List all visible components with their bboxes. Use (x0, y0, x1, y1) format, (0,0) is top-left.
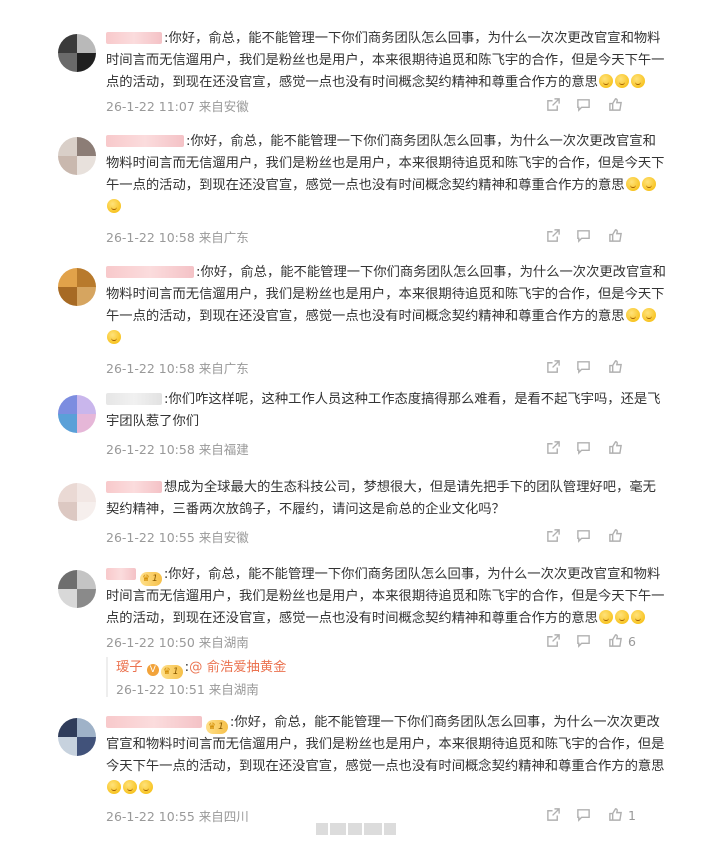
avatar[interactable] (58, 483, 96, 521)
thumbs-up-icon[interactable] (608, 228, 623, 246)
avatar[interactable] (58, 570, 96, 608)
comment-list: :你好，俞总，能不能管理一下你们商务团队怎么回事，为什么一次次更改官宣和物料时间… (0, 0, 720, 853)
reply-username[interactable]: 瑷子 (116, 660, 143, 675)
comment-text: :你好，俞总，能不能管理一下你们商务团队怎么回事，为什么一次次更改官宣和物料时间… (106, 262, 666, 350)
comment-item: :你好，俞总，能不能管理一下你们商务团队怎么回事，为什么一次次更改官宣和物料时间… (0, 28, 720, 128)
share-icon[interactable] (546, 359, 561, 377)
grin-emoji-icon (625, 177, 640, 191)
grin-emoji-icon (598, 74, 613, 88)
grin-emoji-icon (614, 610, 629, 624)
mention-link[interactable]: @ 俞浩爱抽黄金 (189, 660, 286, 675)
username-blurred[interactable] (106, 393, 162, 405)
reply-meta: 26-1-22 10:51 来自湖南 (116, 682, 259, 697)
comment-icon[interactable] (576, 440, 591, 458)
thumbs-up-icon[interactable] (608, 97, 623, 115)
comment-text: :你们咋这样呢，这种工作人员这种工作态度搞得那么难看，是看不起飞宇吗，还是飞宇团… (106, 392, 661, 429)
comment-text: :你好，俞总，能不能管理一下你们商务团队怎么回事，为什么一次次更改官宣和物料时间… (106, 131, 666, 219)
comment-meta: 26-1-22 10:58 来自福建 (106, 442, 249, 457)
comment-icon[interactable] (576, 807, 591, 825)
username-blurred[interactable] (106, 716, 202, 728)
comment-meta: 26-1-22 11:07 来自安徽 (106, 99, 249, 114)
avatar[interactable] (58, 395, 96, 433)
comment-meta: 26-1-22 10:58 来自广东 (106, 230, 249, 245)
username-blurred[interactable] (106, 481, 162, 493)
grin-emoji-icon (630, 74, 645, 88)
reply-item: 瑷子 V ♛ 1:@ 俞浩爱抽黄金 26-1-22 10:51 来自湖南 (106, 657, 666, 701)
avatar[interactable] (58, 34, 96, 72)
comment-meta: 26-1-22 10:50 来自湖南 (106, 635, 249, 650)
comment-icon[interactable] (576, 228, 591, 246)
fan-level-badge: ♛ 1 (206, 720, 228, 734)
thumbs-up-icon[interactable]: 6 (608, 633, 636, 651)
comment-icon[interactable] (576, 97, 591, 115)
grin-emoji-icon (625, 308, 640, 322)
watermark-blurred (316, 820, 412, 835)
comment-item: ♛ 1:你好，俞总，能不能管理一下你们商务团队怎么回事，为什么一次次更改官宣和物料… (0, 564, 720, 664)
crown-icon: ♛ (208, 722, 217, 732)
username-blurred[interactable] (106, 135, 184, 147)
grin-emoji-icon (107, 199, 121, 213)
grin-emoji-icon (107, 780, 121, 794)
username-blurred[interactable] (106, 32, 162, 44)
thumbs-up-icon[interactable] (608, 359, 623, 377)
comment-text: 想成为全球最大的生态科技公司，梦想很大，但是请先把手下的团队管理好吧，毫无契约精… (106, 480, 656, 517)
share-icon[interactable] (546, 807, 561, 825)
grin-emoji-icon (630, 610, 645, 624)
comment-item: :你好，俞总，能不能管理一下你们商务团队怎么回事，为什么一次次更改官宣和物料时间… (0, 131, 720, 251)
thumbs-up-icon[interactable]: 1 (608, 807, 636, 825)
comment-text: ♛ 1:你好，俞总，能不能管理一下你们商务团队怎么回事，为什么一次次更改官宣和物料… (106, 712, 666, 800)
comment-icon[interactable] (576, 528, 591, 546)
like-count: 6 (628, 634, 636, 649)
share-icon[interactable] (546, 440, 561, 458)
username-blurred[interactable] (106, 568, 136, 580)
reply-divider (106, 657, 108, 697)
comment-icon[interactable] (576, 359, 591, 377)
share-icon[interactable] (546, 633, 561, 651)
vip-icon: V (146, 664, 159, 676)
grin-emoji-icon (641, 177, 656, 191)
comment-icon[interactable] (576, 633, 591, 651)
avatar[interactable] (58, 137, 96, 175)
comment-item: :你好，俞总，能不能管理一下你们商务团队怎么回事，为什么一次次更改官宣和物料时间… (0, 262, 720, 382)
grin-emoji-icon (123, 780, 137, 794)
grin-emoji-icon (107, 330, 121, 344)
like-count: 1 (628, 808, 636, 823)
grin-emoji-icon (598, 610, 613, 624)
share-icon[interactable] (546, 228, 561, 246)
comment-text: :你好，俞总，能不能管理一下你们商务团队怎么回事，为什么一次次更改官宣和物料时间… (106, 31, 665, 90)
username-blurred[interactable] (106, 266, 194, 278)
comment-meta: 26-1-22 10:55 来自四川 (106, 809, 249, 824)
comment-meta: 26-1-22 10:58 来自广东 (106, 361, 249, 376)
comment-item: 想成为全球最大的生态科技公司，梦想很大，但是请先把手下的团队管理好吧，毫无契约精… (0, 477, 720, 557)
avatar[interactable] (58, 268, 96, 306)
thumbs-up-icon[interactable] (608, 440, 623, 458)
grin-emoji-icon (614, 74, 629, 88)
grin-emoji-icon (641, 308, 656, 322)
comment-item: :你们咋这样呢，这种工作人员这种工作态度搞得那么难看，是看不起飞宇吗，还是飞宇团… (0, 389, 720, 469)
share-icon[interactable] (546, 97, 561, 115)
crown-icon: ♛ (142, 574, 151, 584)
fan-level-badge: ♛ 1 (140, 572, 162, 586)
comment-text: ♛ 1:你好，俞总，能不能管理一下你们商务团队怎么回事，为什么一次次更改官宣和物料… (106, 567, 665, 626)
share-icon[interactable] (546, 528, 561, 546)
grin-emoji-icon (139, 780, 153, 794)
fan-level-badge: ♛ 1 (160, 665, 183, 679)
comment-item: ♛ 1:你好，俞总，能不能管理一下你们商务团队怎么回事，为什么一次次更改官宣和物料… (0, 712, 720, 832)
crown-icon: ♛ (162, 667, 171, 677)
thumbs-up-icon[interactable] (608, 528, 623, 546)
reply-text: 瑷子 V ♛ 1:@ 俞浩爱抽黄金 (116, 660, 287, 679)
avatar[interactable] (58, 718, 96, 756)
comment-meta: 26-1-22 10:55 来自安徽 (106, 530, 249, 545)
